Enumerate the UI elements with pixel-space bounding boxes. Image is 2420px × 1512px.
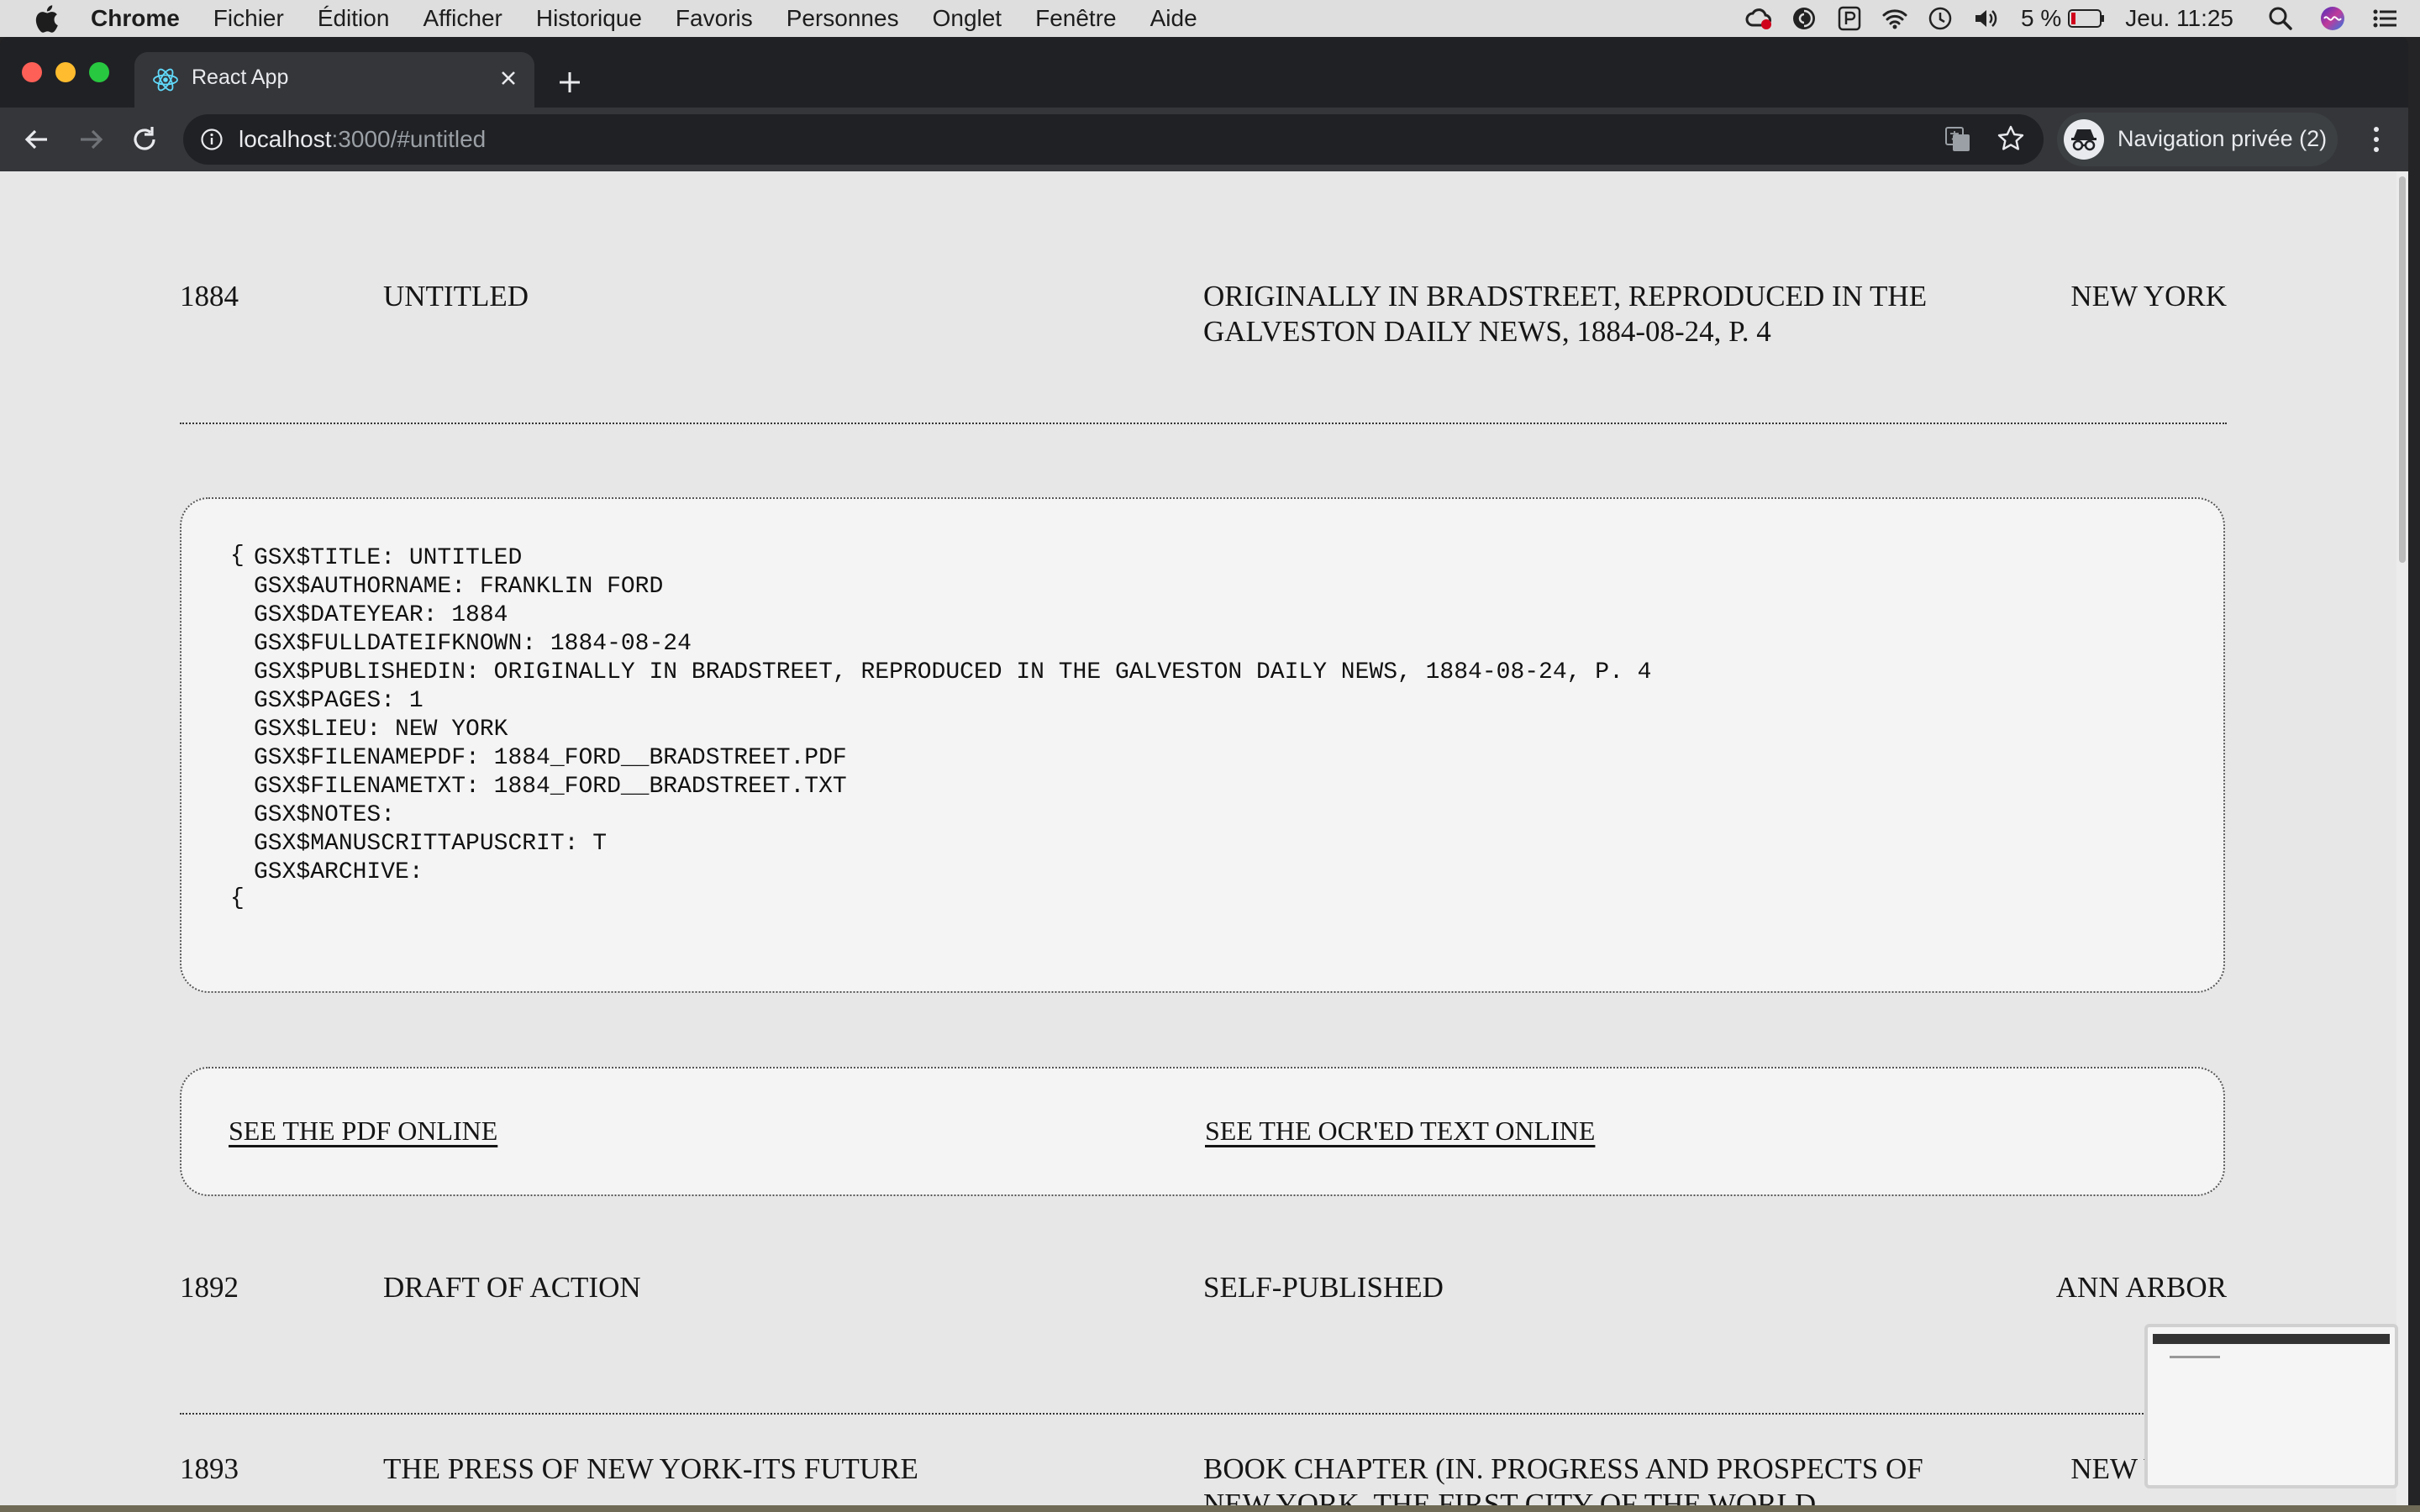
- entry-divider: [180, 423, 2227, 424]
- menu-aide[interactable]: Aide: [1150, 5, 1197, 32]
- url-text[interactable]: localhost:3000/#untitled: [239, 126, 486, 153]
- details-field-list: GSX$TITLE: UNTITLED GSX$AUTHORNAME: FRAN…: [254, 544, 1651, 887]
- entry-title: UNTITLED: [383, 280, 529, 312]
- bookmark-star-icon[interactable]: [1996, 124, 2025, 153]
- detail-field: GSX$NOTES:: [254, 802, 396, 828]
- chrome-menu-icon[interactable]: [2368, 124, 2385, 155]
- thumbnail-toolbar: [2153, 1334, 2390, 1344]
- detail-field: GSX$LIEU: NEW YORK: [254, 717, 508, 743]
- close-window-button[interactable]: [22, 62, 42, 82]
- open-brace: {: [230, 543, 245, 569]
- entry-year: 1892: [180, 1271, 239, 1304]
- time-machine-icon[interactable]: [1927, 5, 1954, 32]
- incognito-icon: [2064, 119, 2104, 160]
- page-content: 1884 UNTITLED ORIGINALLY IN BRADSTREET, …: [0, 171, 2408, 1505]
- new-tab-plus-icon[interactable]: [555, 67, 585, 97]
- battery-icon[interactable]: [2068, 8, 2105, 29]
- react-logo-icon: [153, 68, 178, 92]
- detail-field: GSX$MANUSCRITTAPUSCRIT: T: [254, 831, 608, 857]
- entry-year: 1893: [180, 1452, 239, 1485]
- menu-fenetre[interactable]: Fenêtre: [1035, 5, 1117, 32]
- detail-field: GSX$FILENAMEPDF: 1884_FORD__BRADSTREET.P…: [254, 745, 847, 771]
- site-info-icon[interactable]: [200, 128, 224, 151]
- entry-place: NEW YORK: [2070, 280, 2227, 312]
- sync-swirl-icon[interactable]: [1791, 5, 1818, 32]
- close-brace: {: [230, 885, 245, 911]
- incognito-profile-button[interactable]: Navigation privée (2): [2057, 113, 2338, 166]
- url-host: localhost: [239, 126, 332, 152]
- entry-place: ANN ARBOR: [2055, 1271, 2227, 1304]
- spotlight-search-icon[interactable]: [2267, 5, 2294, 32]
- detail-field: GSX$AUTHORNAME: FRANKLIN FORD: [254, 574, 664, 600]
- volume-icon[interactable]: [1972, 5, 1999, 32]
- forward-arrow-icon[interactable]: [74, 123, 108, 156]
- incognito-label: Navigation privée (2): [2118, 126, 2328, 151]
- clock[interactable]: Jeu. 11:25: [2125, 5, 2233, 32]
- detail-field: GSX$PUBLISHEDIN: ORIGINALLY IN BRADSTREE…: [254, 659, 1652, 685]
- entry-published-in: ORIGINALLY IN BRADSTREET, REPRODUCED IN …: [1203, 280, 1928, 348]
- chrome-window: React App localhost:3000/#untitled Navig…: [0, 37, 2408, 1505]
- reload-icon[interactable]: [128, 123, 161, 156]
- browser-toolbar: localhost:3000/#untitled Navigation priv…: [0, 108, 2408, 171]
- notification-center-icon[interactable]: [2371, 5, 2398, 32]
- menu-favoris[interactable]: Favoris: [676, 5, 753, 32]
- scrollbar-thumb[interactable]: [2399, 176, 2406, 563]
- zoom-window-button[interactable]: [89, 62, 109, 82]
- url-path: :3000/#untitled: [331, 126, 487, 152]
- menu-app-name[interactable]: Chrome: [91, 5, 180, 32]
- wifi-icon[interactable]: [1881, 5, 1908, 32]
- minimize-window-button[interactable]: [55, 62, 76, 82]
- desktop-background: [0, 1505, 2420, 1512]
- screenshot-thumbnail[interactable]: [2144, 1324, 2398, 1488]
- entry-year: 1884: [180, 280, 239, 312]
- tab-title: React App: [192, 66, 289, 89]
- battery-percent: 5 %: [2021, 5, 2062, 31]
- detail-field: GSX$DATEYEAR: 1884: [254, 602, 508, 628]
- entry-title: DRAFT OF ACTION: [383, 1271, 641, 1304]
- menu-historique[interactable]: Historique: [536, 5, 642, 32]
- apple-logo-icon[interactable]: [34, 3, 59, 34]
- entry-links-panel: SEE THE PDF ONLINE SEE THE OCR'ED TEXT O…: [180, 1067, 2225, 1196]
- entry-published-in: BOOK CHAPTER (IN. PROGRESS AND PROSPECTS…: [1203, 1452, 1923, 1505]
- entry-divider: [180, 1413, 2227, 1415]
- close-tab-icon[interactable]: [496, 66, 521, 91]
- detail-field: GSX$TITLE: UNTITLED: [254, 545, 523, 571]
- entry-details-panel: { GSX$TITLE: UNTITLED GSX$AUTHORNAME: FR…: [180, 497, 2225, 993]
- pdf-link[interactable]: SEE THE PDF ONLINE: [229, 1116, 497, 1147]
- detail-field: GSX$PAGES: 1: [254, 688, 424, 714]
- detail-field: GSX$ARCHIVE:: [254, 859, 424, 885]
- siri-icon[interactable]: [2319, 5, 2346, 32]
- page-scrollbar[interactable]: [2396, 171, 2408, 1505]
- menu-onglet[interactable]: Onglet: [933, 5, 1002, 32]
- address-bar[interactable]: localhost:3000/#untitled: [183, 114, 2044, 165]
- tab-strip: React App: [0, 37, 2408, 108]
- thumbnail-content-line: [2170, 1356, 2220, 1358]
- menu-edition[interactable]: Édition: [318, 5, 390, 32]
- menu-afficher[interactable]: Afficher: [423, 5, 502, 32]
- detail-field: GSX$FULLDATEIFKNOWN: 1884-08-24: [254, 631, 692, 657]
- detail-field: GSX$FILENAMETXT: 1884_FORD__BRADSTREET.T…: [254, 774, 847, 800]
- macos-menubar: Chrome Fichier Édition Afficher Historiq…: [0, 0, 2420, 37]
- entry-published-in: SELF-PUBLISHED: [1203, 1271, 1444, 1304]
- active-tab[interactable]: React App: [134, 52, 534, 108]
- back-arrow-icon[interactable]: [20, 123, 54, 156]
- entry-title: THE PRESS OF NEW YORK-ITS FUTURE: [383, 1452, 918, 1485]
- translate-icon[interactable]: [1944, 126, 1971, 153]
- menu-fichier[interactable]: Fichier: [213, 5, 284, 32]
- creative-cloud-icon[interactable]: [1745, 5, 1772, 32]
- ocr-text-link[interactable]: SEE THE OCR'ED TEXT ONLINE: [1205, 1116, 1595, 1147]
- menu-personnes[interactable]: Personnes: [786, 5, 899, 32]
- p-app-icon[interactable]: [1836, 5, 1863, 32]
